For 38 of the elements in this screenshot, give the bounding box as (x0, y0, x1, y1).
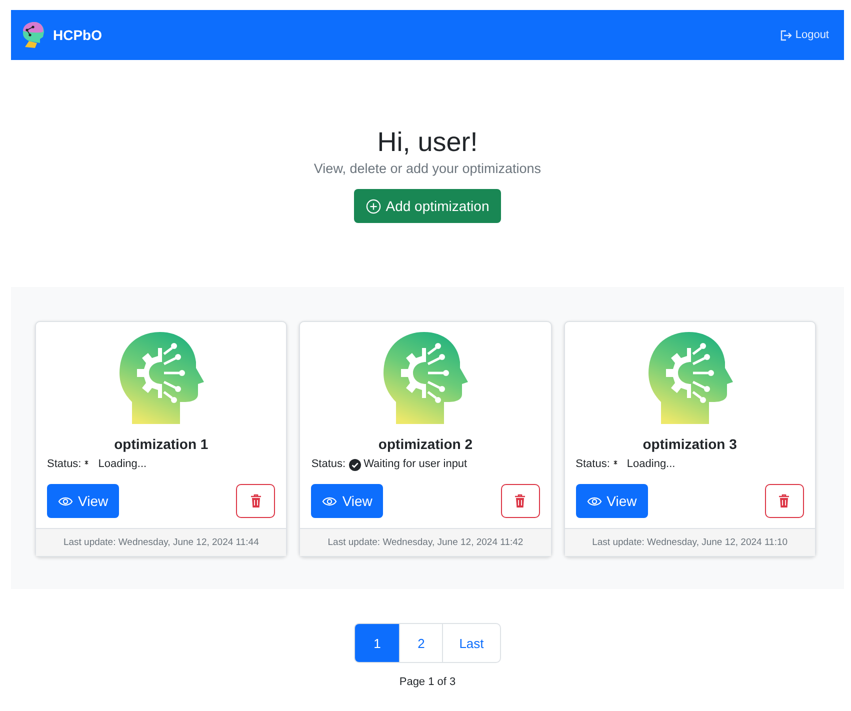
last-update-text: Last update: Wednesday, June 12, 2024 11:42 (300, 528, 551, 556)
card-title: optimization 2 (377, 436, 474, 452)
card-title: optimization 3 (642, 436, 738, 452)
status-text: Waiting for user input (364, 458, 468, 471)
brand-name[interactable]: HCPbO (53, 27, 102, 43)
trash-icon (778, 494, 790, 508)
eye-icon (586, 496, 602, 506)
trash-icon (514, 494, 526, 508)
delete-button[interactable] (500, 484, 540, 518)
page-link[interactable]: 1 (355, 624, 400, 662)
page-info: Page 1 of 3 (399, 676, 456, 689)
last-update-text: Last update: Wednesday, June 12, 2024 11:10 (564, 528, 815, 556)
eye-icon (322, 496, 338, 506)
eye-icon (58, 496, 73, 506)
card-title: optimization 1 (113, 436, 210, 452)
page-link[interactable]: 2 (399, 624, 442, 662)
page-subtitle: View, delete or add your optimizations (312, 161, 542, 177)
trash-icon (250, 494, 262, 508)
add-optimization-button[interactable]: Add optimization (354, 189, 502, 223)
logout-link[interactable]: Logout (780, 29, 829, 41)
delete-button[interactable] (236, 484, 276, 518)
view-button[interactable]: View (47, 484, 120, 518)
status-text: Loading... (98, 458, 147, 471)
page-link[interactable]: Last (442, 624, 500, 662)
status-label: Status: (47, 458, 82, 471)
head-gear-icon (382, 332, 468, 424)
view-button[interactable]: View (576, 484, 648, 518)
status-text: Loading... (626, 458, 676, 471)
last-update-text: Last update: Wednesday, June 12, 2024 11:44 (36, 528, 286, 556)
delete-button[interactable] (764, 484, 804, 518)
status-label: Status: (576, 458, 610, 471)
page-title: Hi, user! (376, 126, 479, 158)
head-gear-icon (646, 332, 733, 424)
logout-icon (780, 30, 792, 40)
view-button[interactable]: View (311, 484, 384, 518)
head-gear-icon (118, 332, 204, 424)
status-label: Status: (311, 458, 346, 471)
plus-circle-icon (366, 198, 381, 214)
